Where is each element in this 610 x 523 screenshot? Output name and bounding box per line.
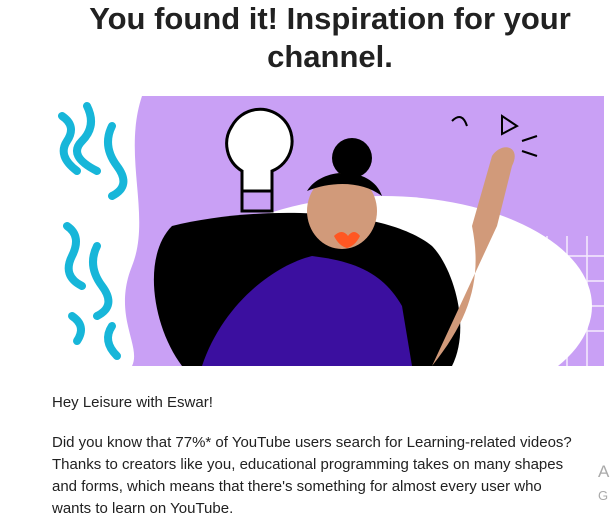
body-paragraph: Did you know that 77%* of YouTube users …: [52, 434, 572, 517]
page-title: You found it! Inspiration for your chann…: [89, 1, 571, 74]
hero-illustration: [52, 96, 604, 366]
side-cut-letter: G: [598, 488, 609, 503]
side-cut-letter: A: [598, 462, 610, 481]
greeting-text: Hey Leisure with Eswar!: [52, 394, 213, 411]
